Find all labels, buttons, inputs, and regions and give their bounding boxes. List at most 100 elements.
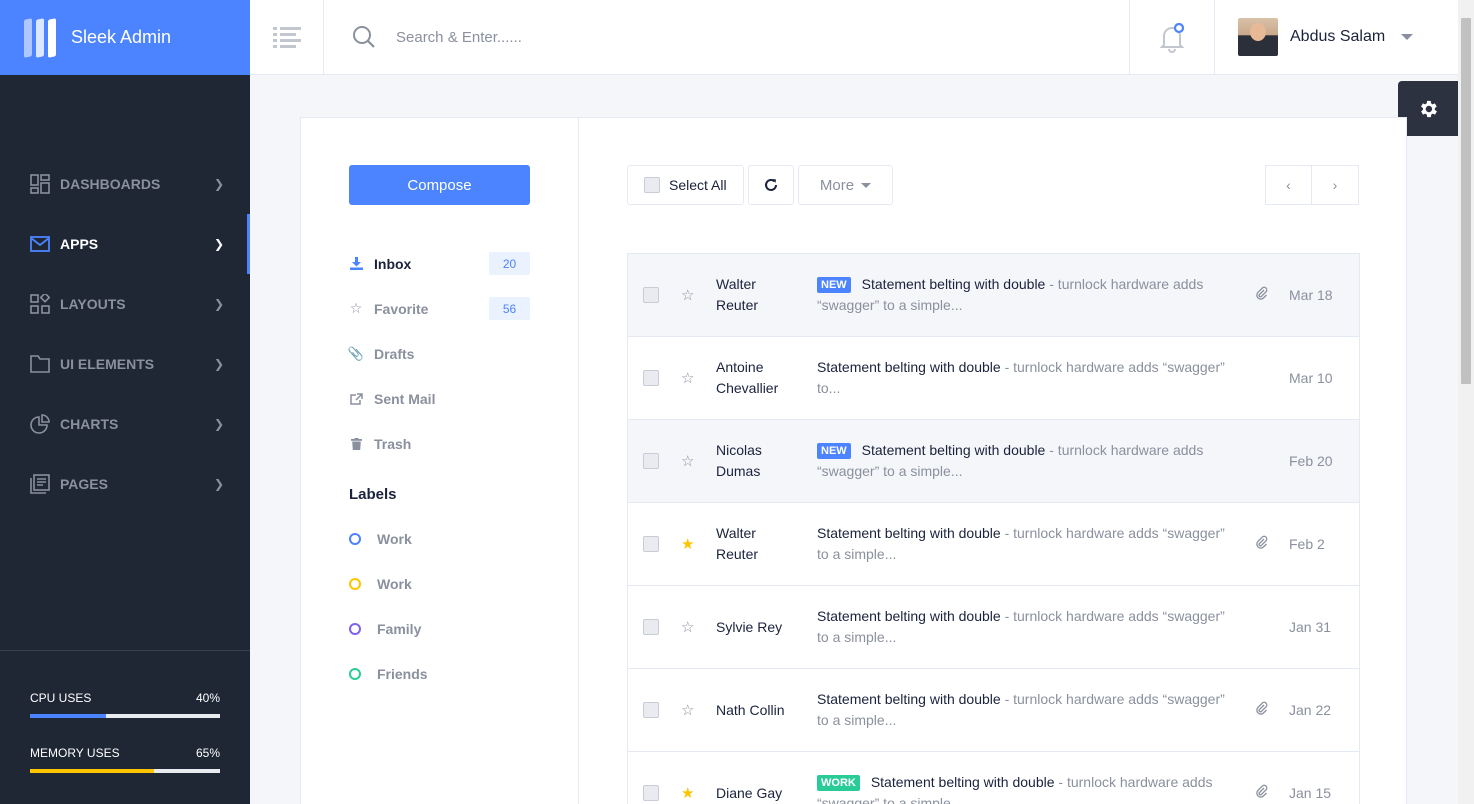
mail-date: Mar 18 xyxy=(1289,287,1333,303)
more-label: More xyxy=(819,176,855,194)
select-all-checkbox[interactable] xyxy=(644,177,660,193)
star-icon[interactable]: ☆ xyxy=(681,369,694,387)
mail-icon xyxy=(30,234,50,254)
label-item[interactable]: Friends xyxy=(349,651,428,696)
refresh-button[interactable] xyxy=(748,165,794,205)
chevron-right-icon: ❯ xyxy=(213,357,224,371)
mail-date: Feb 20 xyxy=(1289,453,1333,469)
notifications-button[interactable] xyxy=(1129,0,1215,75)
top-header: Abdus Salam xyxy=(250,0,1458,75)
brand[interactable]: Sleek Admin xyxy=(0,0,250,75)
menu-icon xyxy=(272,26,301,48)
folder-sent-mail[interactable]: Sent Mail xyxy=(349,376,530,421)
paperclip-icon xyxy=(1256,535,1268,554)
paperclip-icon: 📎 xyxy=(347,345,365,361)
sidebar-item-label: LAYOUTS xyxy=(60,296,126,312)
prev-page-button[interactable]: ‹ xyxy=(1265,165,1312,205)
mail-list: ☆ Walter Reuter NEW Statement belting with … xyxy=(627,253,1360,804)
mail-row[interactable]: ☆ Antoine Chevallier Statement belting wit… xyxy=(628,337,1359,420)
search-input[interactable] xyxy=(396,28,796,46)
star-icon[interactable]: ☆ xyxy=(681,286,694,304)
mail-checkbox[interactable] xyxy=(643,785,659,801)
settings-button[interactable] xyxy=(1398,81,1458,136)
label-item[interactable]: Family xyxy=(349,606,428,651)
sidebar-item-dashboards[interactable]: DASHBOARDS ❯ xyxy=(0,154,250,214)
usage-progress-fill xyxy=(30,769,154,773)
mail-sender: Antoine Chevallier xyxy=(716,359,779,396)
usage-label: CPU USES xyxy=(30,691,92,705)
sidebar-item-layouts[interactable]: LAYOUTS ❯ xyxy=(0,274,250,334)
star-icon[interactable]: ☆ xyxy=(681,618,694,636)
page-scrollbar[interactable] xyxy=(1458,0,1474,804)
label-text: Work xyxy=(377,575,412,592)
mail-subject: Statement belting with double - turnlock… xyxy=(817,357,1237,399)
folder-count-badge: 20 xyxy=(489,252,530,275)
mail-row[interactable]: ☆ Nicolas Dumas NEW Statement belting with … xyxy=(628,420,1359,503)
folder-favorite[interactable]: ☆ Favorite 56 xyxy=(349,286,530,331)
search-bar xyxy=(324,0,1129,74)
mail-sender: Sylvie Rey xyxy=(716,618,783,635)
dashboard-icon xyxy=(30,174,50,194)
star-icon: ☆ xyxy=(349,300,363,316)
sidebar-item-apps[interactable]: APPS ❯ xyxy=(0,214,250,274)
mail-checkbox[interactable] xyxy=(643,619,659,635)
mail-subject: Statement belting with double - turnlock… xyxy=(817,606,1237,648)
sidebar-item-label: DASHBOARDS xyxy=(60,176,161,192)
mail-row[interactable]: ★ Diane Gay WORK Statement belting with dou… xyxy=(628,752,1359,804)
scrollbar-thumb[interactable] xyxy=(1461,18,1471,384)
pagination: ‹ › xyxy=(1265,165,1359,205)
sidebar-item-pages[interactable]: PAGES ❯ xyxy=(0,454,250,514)
mail-checkbox[interactable] xyxy=(643,370,659,386)
mail-subject: Statement belting with double - turnlock… xyxy=(817,523,1237,565)
circle-icon xyxy=(349,577,361,590)
folder-drafts[interactable]: 📎 Drafts xyxy=(347,331,530,376)
brand-logo-icon xyxy=(24,17,56,58)
mail-subject-title: Statement belting with double xyxy=(817,691,1001,707)
usage-meter: MEMORY USES 65% xyxy=(30,746,220,773)
sidebar-item-ui-elements[interactable]: UI ELEMENTS ❯ xyxy=(0,334,250,394)
sidebar-toggle-button[interactable] xyxy=(250,0,324,75)
compose-button[interactable]: Compose xyxy=(349,165,530,205)
mail-row[interactable]: ★ Walter Reuter Statement belting with dou… xyxy=(628,503,1359,586)
more-dropdown[interactable]: More xyxy=(798,165,893,205)
sidebar-item-label: APPS xyxy=(60,236,99,252)
chevron-right-icon: ❯ xyxy=(213,237,224,251)
folder-trash[interactable]: Trash xyxy=(349,421,530,466)
labels-heading: Labels xyxy=(349,486,397,503)
sidebar-item-charts[interactable]: CHARTS ❯ xyxy=(0,394,250,454)
share-icon xyxy=(349,392,363,405)
mail-checkbox[interactable] xyxy=(643,287,659,303)
folder-label: Drafts xyxy=(374,345,415,362)
mail-row[interactable]: ☆ Sylvie Rey Statement belting with double… xyxy=(628,586,1359,669)
mail-subject: WORK Statement belting with double - turn… xyxy=(817,772,1237,804)
mail-subject-title: Statement belting with double xyxy=(817,608,1001,624)
mail-checkbox[interactable] xyxy=(643,702,659,718)
label-item[interactable]: Work xyxy=(349,561,428,606)
chevron-right-icon: ❯ xyxy=(213,297,224,311)
chevron-right-icon: ❯ xyxy=(213,177,224,191)
mail-row[interactable]: ☆ Nath Collin Statement belting with doubl… xyxy=(628,669,1359,752)
mail-row[interactable]: ☆ Walter Reuter NEW Statement belting with … xyxy=(628,254,1359,337)
mail-sender: Diane Gay xyxy=(716,784,783,801)
star-icon[interactable]: ★ xyxy=(681,535,694,553)
select-all-label: Select All xyxy=(669,177,727,193)
mail-checkbox[interactable] xyxy=(643,453,659,469)
usage-progress-bar xyxy=(30,769,220,773)
label-text: Family xyxy=(377,620,422,637)
mail-tag-badge: NEW xyxy=(817,277,851,293)
gear-icon xyxy=(1421,100,1437,117)
mail-tag-badge: NEW xyxy=(817,443,851,459)
star-icon[interactable]: ☆ xyxy=(681,701,694,719)
next-page-button[interactable]: › xyxy=(1312,165,1359,205)
mail-checkbox[interactable] xyxy=(643,536,659,552)
user-menu[interactable]: Abdus Salam xyxy=(1215,0,1458,74)
label-item[interactable]: Work xyxy=(349,516,428,561)
email-card: Compose Inbox 20 ☆ Favorite 56 📎 Drafts Sent Ma… xyxy=(300,117,1407,804)
star-icon[interactable]: ★ xyxy=(681,784,694,802)
star-icon[interactable]: ☆ xyxy=(681,452,694,470)
search-icon[interactable] xyxy=(352,25,376,49)
folder-inbox[interactable]: Inbox 20 xyxy=(349,241,530,286)
mail-date: Jan 22 xyxy=(1289,702,1332,718)
layouts-icon xyxy=(30,294,50,314)
select-all-button[interactable]: Select All xyxy=(627,165,744,205)
